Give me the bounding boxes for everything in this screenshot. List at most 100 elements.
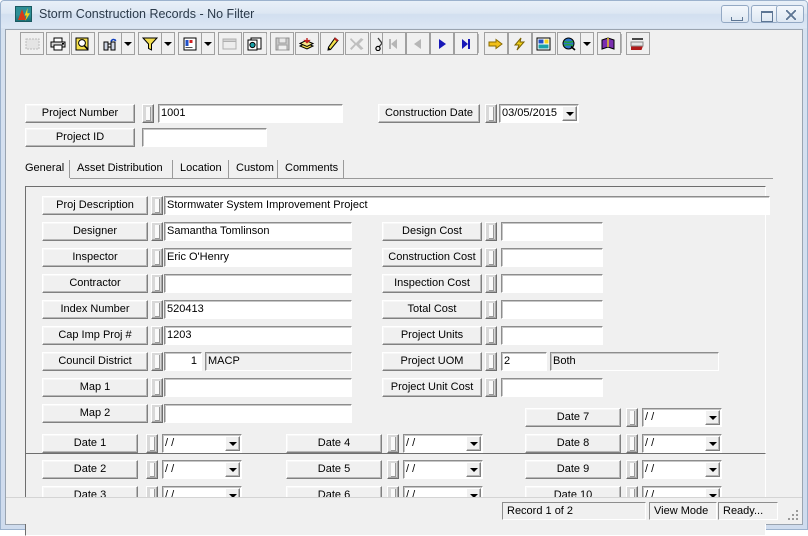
construction-date-input[interactable]: 03/05/2015 (499, 104, 579, 123)
date-4-dropdown-button[interactable] (466, 436, 481, 451)
construction-cost-label-button[interactable]: Construction Cost (382, 248, 482, 267)
last-record-button[interactable] (454, 32, 478, 55)
date-1-indicator[interactable] (146, 434, 158, 453)
index-number-label-button[interactable]: Index Number (42, 300, 148, 319)
date-5-dropdown-button[interactable] (466, 462, 481, 477)
project-id-label-button[interactable]: Project ID (25, 128, 135, 147)
date-9-dropdown-button[interactable] (705, 462, 720, 477)
date-8-dropdown-button[interactable] (705, 436, 720, 451)
project-uom-indicator[interactable] (485, 352, 497, 371)
map-2-input[interactable] (164, 404, 352, 423)
find-dropdown-button[interactable] (122, 32, 135, 55)
total-cost-input[interactable] (501, 300, 603, 319)
date-7-dropdown-button[interactable] (705, 410, 720, 425)
date-9-input[interactable]: / / (642, 460, 722, 479)
post-button[interactable] (295, 32, 319, 55)
inspector-label-button[interactable]: Inspector (42, 248, 148, 267)
project-unit-cost-indicator[interactable] (485, 378, 497, 397)
construction-cost-indicator[interactable] (485, 248, 497, 267)
first-record-button[interactable] (382, 32, 406, 55)
proj-description-label-button[interactable]: Proj Description (42, 196, 148, 215)
project-id-input[interactable] (142, 128, 267, 147)
council-district-input[interactable]: 1 (164, 352, 202, 371)
inspector-indicator[interactable] (151, 248, 163, 267)
date-1-label-button[interactable]: Date 1 (42, 434, 138, 453)
date-4-label-button[interactable]: Date 4 (286, 434, 382, 453)
designer-label-button[interactable]: Designer (42, 222, 148, 241)
project-uom-label-button[interactable]: Project UOM (382, 352, 482, 371)
print-button[interactable] (46, 32, 70, 55)
date-7-label-button[interactable]: Date 7 (525, 408, 621, 427)
map-1-label-button[interactable]: Map 1 (42, 378, 148, 397)
filter-button[interactable] (138, 32, 162, 55)
total-cost-label-button[interactable]: Total Cost (382, 300, 482, 319)
project-units-input[interactable] (501, 326, 603, 345)
exit-button[interactable] (626, 32, 650, 55)
tab-asset-distribution[interactable]: Asset Distribution (70, 160, 173, 178)
index-number-input[interactable]: 520413 (164, 300, 352, 319)
construction-date-label-button[interactable]: Construction Date (378, 104, 480, 123)
help-book-button[interactable] (597, 32, 621, 55)
proj-description-indicator[interactable] (151, 196, 163, 215)
design-cost-indicator[interactable] (485, 222, 497, 241)
title-bar[interactable]: Storm Construction Records - No Filter (1, 1, 807, 28)
cap-imp-proj-indicator[interactable] (151, 326, 163, 345)
project-units-indicator[interactable] (485, 326, 497, 345)
tab-general[interactable]: General (18, 160, 70, 178)
project-unit-cost-input[interactable] (501, 378, 603, 397)
edit-button[interactable] (320, 32, 344, 55)
council-district-label-button[interactable]: Council District (42, 352, 148, 371)
date-2-indicator[interactable] (146, 460, 158, 479)
date-7-indicator[interactable] (626, 408, 638, 427)
date-2-dropdown-button[interactable] (225, 462, 240, 477)
contractor-label-button[interactable]: Contractor (42, 274, 148, 293)
inspector-input[interactable]: Eric O'Henry (164, 248, 352, 267)
filter-dropdown-button[interactable] (162, 32, 175, 55)
map-2-indicator[interactable] (151, 404, 163, 423)
designer-input[interactable]: Samantha Tomlinson (164, 222, 352, 241)
date-5-input[interactable]: / / (403, 460, 483, 479)
date-5-indicator[interactable] (387, 460, 399, 479)
construction-date-dropdown-button[interactable] (562, 106, 577, 121)
cap-imp-proj-label-button[interactable]: Cap Imp Proj # (42, 326, 148, 345)
date-2-label-button[interactable]: Date 2 (42, 460, 138, 479)
proj-description-input[interactable]: Stormwater System Improvement Project (164, 196, 770, 215)
tab-custom[interactable]: Custom (229, 160, 278, 178)
design-cost-input[interactable] (501, 222, 603, 241)
tab-location[interactable]: Location (173, 160, 229, 178)
report-button[interactable] (178, 32, 202, 55)
date-4-indicator[interactable] (387, 434, 399, 453)
construction-date-indicator[interactable] (485, 104, 497, 123)
resize-grip[interactable] (786, 508, 800, 522)
total-cost-indicator[interactable] (485, 300, 497, 319)
project-number-input[interactable]: 1001 (158, 104, 343, 123)
print-preview-button[interactable] (71, 32, 95, 55)
index-number-indicator[interactable] (151, 300, 163, 319)
map-1-indicator[interactable] (151, 378, 163, 397)
contractor-indicator[interactable] (151, 274, 163, 293)
inspection-cost-label-button[interactable]: Inspection Cost (382, 274, 482, 293)
date-5-label-button[interactable]: Date 5 (286, 460, 382, 479)
date-9-indicator[interactable] (626, 460, 638, 479)
date-8-label-button[interactable]: Date 8 (525, 434, 621, 453)
quick-action-button[interactable] (508, 32, 532, 55)
date-1-input[interactable]: / / (162, 434, 242, 453)
save-button[interactable] (270, 32, 294, 55)
date-1-dropdown-button[interactable] (225, 436, 240, 451)
inspection-cost-input[interactable] (501, 274, 603, 293)
date-9-label-button[interactable]: Date 9 (525, 460, 621, 479)
date-2-input[interactable]: / / (162, 460, 242, 479)
select-tool-button[interactable] (20, 32, 44, 55)
map-2-label-button[interactable]: Map 2 (42, 404, 148, 423)
delete-button[interactable] (345, 32, 369, 55)
project-units-label-button[interactable]: Project Units (382, 326, 482, 345)
project-number-indicator[interactable] (142, 104, 154, 123)
designer-indicator[interactable] (151, 222, 163, 241)
minimize-button[interactable] (721, 5, 749, 23)
globe-button[interactable] (557, 32, 581, 55)
project-number-label-button[interactable]: Project Number (25, 104, 135, 123)
council-district-indicator[interactable] (151, 352, 163, 371)
project-unit-cost-label-button[interactable]: Project Unit Cost (382, 378, 482, 397)
form-button[interactable] (218, 32, 242, 55)
inspection-cost-indicator[interactable] (485, 274, 497, 293)
